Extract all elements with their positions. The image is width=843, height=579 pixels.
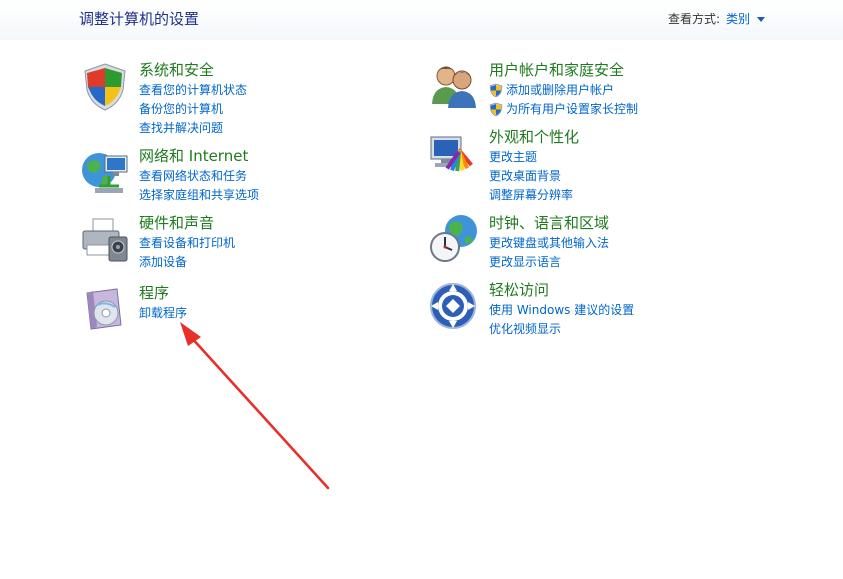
link-screen-resolution[interactable]: 调整屏幕分辨率	[489, 186, 579, 205]
chevron-down-icon	[757, 17, 765, 22]
link-change-background[interactable]: 更改桌面背景	[489, 167, 579, 186]
link-network-status[interactable]: 查看网络状态和任务	[139, 167, 259, 186]
printer-speaker-icon[interactable]	[79, 213, 131, 265]
link-add-remove-accounts[interactable]: 添加或删除用户帐户	[489, 81, 638, 100]
category-title-clock-region[interactable]: 时钟、语言和区域	[489, 213, 609, 233]
page-title: 调整计算机的设置	[79, 10, 200, 28]
users-icon[interactable]	[429, 60, 481, 112]
category-title-programs[interactable]: 程序	[139, 283, 187, 303]
link-change-display-language[interactable]: 更改显示语言	[489, 253, 609, 272]
uac-shield-icon	[489, 83, 503, 98]
link-uninstall-program[interactable]: 卸载程序	[139, 304, 187, 323]
view-by-value: 类别	[725, 12, 750, 26]
category-title-ease-access[interactable]: 轻松访问	[489, 280, 634, 300]
view-by-dropdown[interactable]: 类别	[726, 10, 765, 27]
category-title-system-security[interactable]: 系统和安全	[139, 60, 247, 80]
link-add-device[interactable]: 添加设备	[139, 253, 235, 272]
globe-network-icon[interactable]	[79, 146, 131, 198]
link-change-theme[interactable]: 更改主题	[489, 148, 579, 167]
link-view-computer-status[interactable]: 查看您的计算机状态	[139, 81, 247, 100]
link-homegroup-sharing[interactable]: 选择家庭组和共享选项	[139, 186, 259, 205]
link-backup-computer[interactable]: 备份您的计算机	[139, 100, 247, 119]
link-recommended-settings[interactable]: 使用 Windows 建议的设置	[489, 301, 634, 320]
category-title-appearance[interactable]: 外观和个性化	[489, 127, 579, 147]
uac-shield-icon	[489, 102, 503, 117]
category-title-hardware[interactable]: 硬件和声音	[139, 213, 235, 233]
program-disc-icon[interactable]	[79, 283, 131, 335]
link-troubleshoot[interactable]: 查找并解决问题	[139, 119, 247, 138]
ease-of-access-icon[interactable]	[429, 280, 481, 332]
view-by-control: 查看方式: 类别	[668, 10, 765, 27]
category-title-network[interactable]: 网络和 Internet	[139, 146, 259, 166]
view-by-label: 查看方式:	[667, 12, 720, 26]
monitor-palette-icon[interactable]	[429, 127, 481, 179]
clock-globe-icon[interactable]	[429, 213, 481, 265]
link-change-input-method[interactable]: 更改键盘或其他输入法	[489, 234, 609, 253]
category-title-user-accounts[interactable]: 用户帐户和家庭安全	[489, 60, 638, 80]
link-parental-controls[interactable]: 为所有用户设置家长控制	[489, 100, 638, 119]
link-devices-printers[interactable]: 查看设备和打印机	[139, 234, 235, 253]
link-optimize-display[interactable]: 优化视频显示	[489, 320, 634, 339]
shield-flag-icon[interactable]	[79, 60, 131, 112]
